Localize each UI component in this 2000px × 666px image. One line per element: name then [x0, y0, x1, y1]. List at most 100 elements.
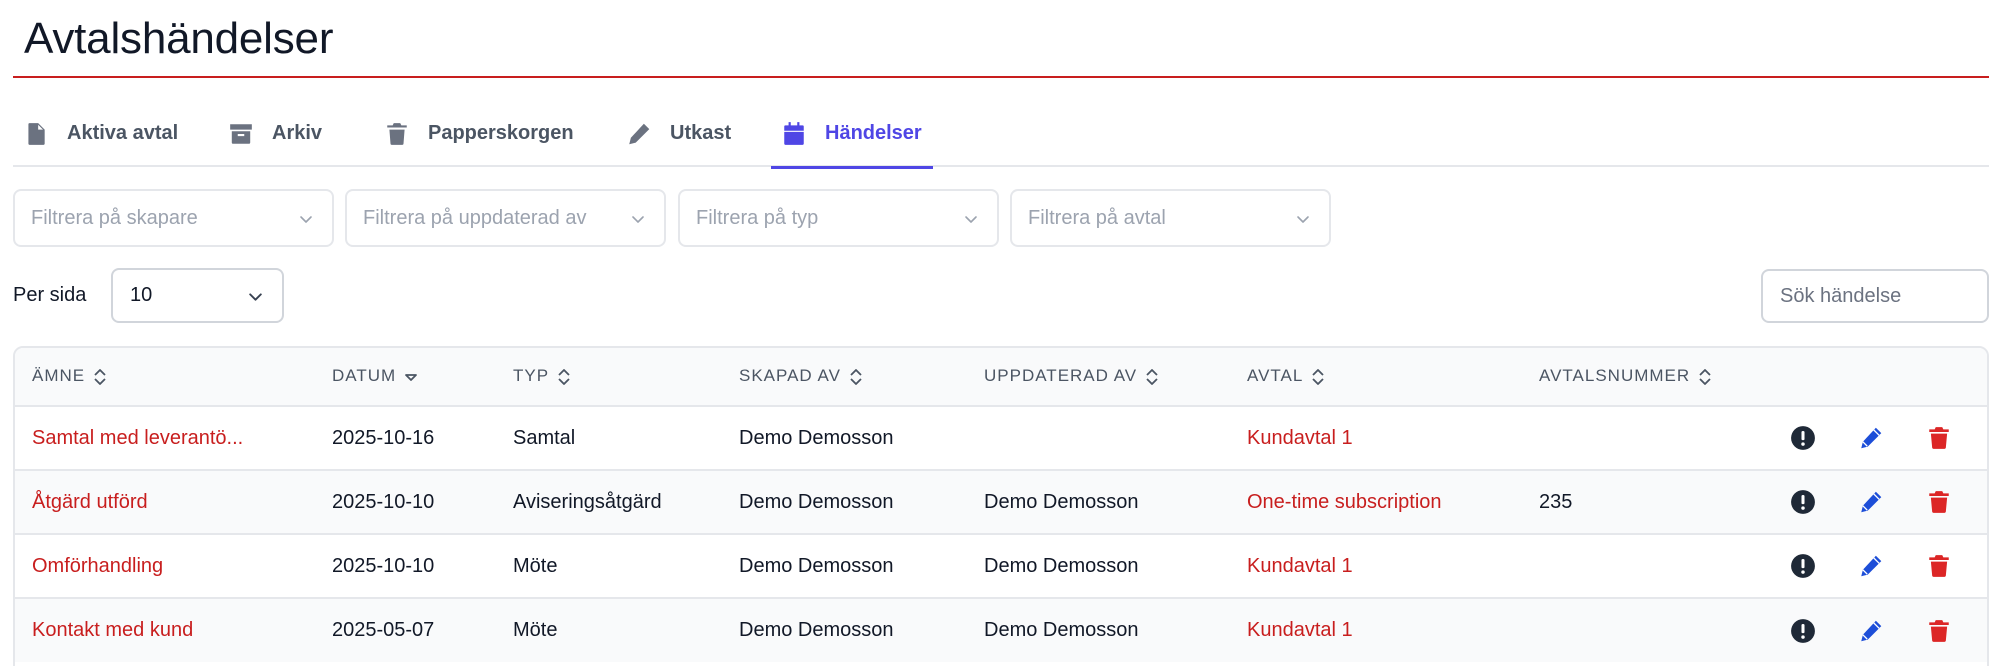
cell-updated-by: Demo Demosson	[984, 554, 1139, 577]
filter-placeholder: Filtrera på uppdaterad av	[363, 206, 587, 229]
column-header-actions	[1772, 348, 1987, 406]
filter-type-select[interactable]: Filtrera på typ	[678, 189, 999, 247]
tab-label: Papperskorgen	[428, 122, 574, 144]
chevron-down-icon	[1297, 216, 1309, 223]
cell-created-by: Demo Demosson	[739, 426, 894, 449]
table-row: Omförhandling 2025-10-10 Möte Demo Demosson…	[15, 534, 1987, 598]
filter-updated-by-select[interactable]: Filtrera på uppdaterad av	[345, 189, 666, 247]
cell-type: Möte	[513, 554, 558, 577]
cell-updated-by: Demo Demosson	[984, 490, 1139, 513]
filter-creator-select[interactable]: Filtrera på skapare	[13, 189, 334, 247]
cell-updated-by: Demo Demosson	[984, 619, 1139, 641]
column-header-type[interactable]: Typ	[496, 348, 722, 406]
edit-icon	[1861, 491, 1882, 513]
cell-date: 2025-10-16	[332, 426, 435, 449]
tab-label: Arkiv	[272, 122, 323, 144]
cell-subject[interactable]: Samtal med leverantö...	[15, 406, 315, 470]
cell-actions	[1772, 534, 1987, 598]
table-header-row: Ämne Datum Typ Skapad av Uppdaterad av A…	[15, 348, 1987, 406]
delete-button[interactable]	[1924, 423, 1954, 453]
cell-agreement[interactable]: Kundavtal 1	[1230, 406, 1522, 470]
info-icon	[1791, 426, 1815, 450]
tab-label: Händelser	[825, 122, 922, 144]
cell-agreement-number: 235	[1539, 490, 1573, 513]
filter-agreement-select[interactable]: Filtrera på avtal	[1010, 189, 1331, 247]
delete-button[interactable]	[1924, 616, 1954, 646]
tab-aktiva-avtal[interactable]: Aktiva avtal	[13, 100, 188, 167]
cell-agreement[interactable]: Kundavtal 1	[1230, 598, 1522, 662]
filter-placeholder: Filtrera på avtal	[1028, 206, 1166, 229]
cell-subject[interactable]: Kontakt med kund	[15, 598, 315, 662]
cell-actions	[1772, 598, 1987, 662]
sort-icon	[1146, 368, 1158, 385]
info-button[interactable]	[1788, 423, 1818, 453]
sort-icon	[558, 368, 570, 385]
cell-agreement-number	[1522, 598, 1772, 662]
sort-icon	[1312, 368, 1324, 385]
calendar-icon	[784, 121, 804, 145]
edit-icon	[1861, 555, 1882, 577]
cell-agreement-number	[1522, 534, 1772, 598]
edit-button[interactable]	[1856, 551, 1886, 581]
delete-icon	[1929, 491, 1949, 513]
cell-date: 2025-05-07	[332, 619, 435, 641]
sort-icon	[850, 368, 862, 385]
search-input[interactable]	[1761, 269, 1989, 323]
info-icon	[1791, 618, 1815, 643]
cell-subject[interactable]: Omförhandling	[15, 534, 315, 598]
delete-button[interactable]	[1924, 551, 1954, 581]
page-header: Avtalshändelser	[13, 0, 1989, 78]
edit-icon	[1861, 427, 1882, 449]
cell-created-by: Demo Demosson	[739, 490, 894, 513]
tab-handelser[interactable]: Händelser	[771, 100, 933, 169]
tab-papperskorgen[interactable]: Papperskorgen	[374, 100, 584, 167]
edit-icon	[1861, 620, 1882, 641]
edit-button[interactable]	[1856, 423, 1886, 453]
cell-subject[interactable]: Åtgärd utförd	[15, 470, 315, 534]
cell-actions	[1772, 470, 1987, 534]
column-header-subject[interactable]: Ämne	[15, 348, 315, 406]
per-page-label: Per sida	[13, 284, 87, 306]
tab-label: Utkast	[670, 122, 732, 144]
info-button[interactable]	[1788, 551, 1818, 581]
cell-agreement-number	[1522, 406, 1772, 470]
cell-agreement[interactable]: One-time subscription	[1230, 470, 1522, 534]
cell-type: Samtal	[513, 426, 576, 449]
info-button[interactable]	[1788, 616, 1818, 646]
chevron-down-icon	[300, 216, 312, 223]
filter-placeholder: Filtrera på typ	[696, 206, 819, 229]
trash-icon	[387, 122, 407, 145]
edit-button[interactable]	[1856, 487, 1886, 517]
chevron-down-icon	[965, 216, 977, 223]
sort-descending-icon	[405, 373, 418, 381]
delete-button[interactable]	[1924, 487, 1954, 517]
tab-bar: Aktiva avtal Arkiv Papperskorgen Utkast …	[13, 100, 1989, 169]
cell-created-by: Demo Demosson	[739, 554, 894, 577]
per-page-value: 10	[130, 284, 153, 306]
per-page-select[interactable]: 10	[111, 268, 284, 323]
info-button[interactable]	[1788, 487, 1818, 517]
column-header-date[interactable]: Datum	[315, 348, 496, 406]
column-header-agreement-number[interactable]: Avtalsnummer	[1522, 348, 1772, 406]
cell-agreement[interactable]: Kundavtal 1	[1230, 534, 1522, 598]
events-table: Ämne Datum Typ Skapad av Uppdaterad av A…	[13, 346, 1989, 666]
column-header-created-by[interactable]: Skapad av	[722, 348, 967, 406]
tab-arkiv[interactable]: Arkiv	[218, 100, 332, 167]
column-header-updated-by[interactable]: Uppdaterad av	[967, 348, 1230, 406]
table-row: Åtgärd utförd 2025-10-10 Aviseringsåtgärd D…	[15, 470, 1987, 534]
delete-icon	[1929, 555, 1949, 577]
tab-utkast[interactable]: Utkast	[616, 100, 741, 167]
edit-button[interactable]	[1856, 616, 1886, 646]
archive-icon	[230, 123, 252, 144]
table-row: Samtal med leverantö... 2025-10-16 Samtal D…	[15, 406, 1987, 470]
sort-icon	[94, 368, 106, 385]
column-header-agreement[interactable]: Avtal	[1230, 348, 1522, 406]
cell-date: 2025-10-10	[332, 490, 435, 513]
cell-updated-by	[967, 406, 1230, 470]
cell-date: 2025-10-10	[332, 554, 435, 577]
info-icon	[1791, 490, 1815, 514]
chevron-down-icon	[632, 216, 644, 223]
page-title: Avtalshändelser	[24, 14, 334, 63]
delete-icon	[1929, 619, 1949, 642]
cell-actions	[1772, 406, 1987, 470]
